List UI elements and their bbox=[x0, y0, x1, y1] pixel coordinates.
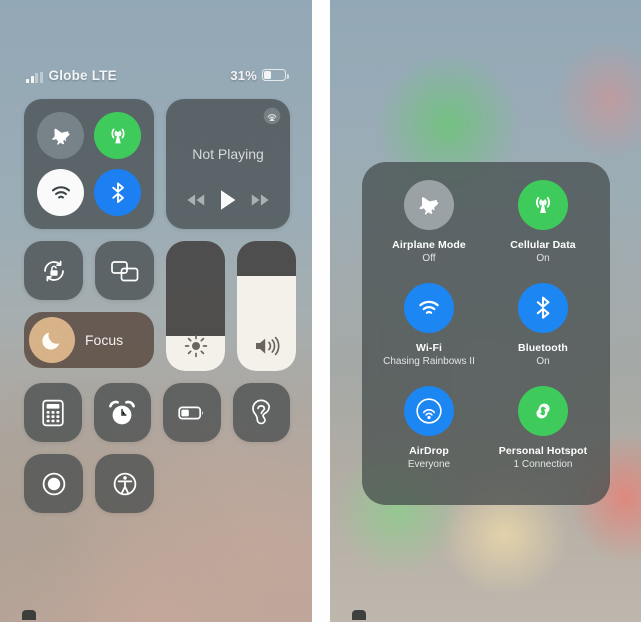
right-phone-panel: Airplane Mode Off Cellular Data On Wi-Fi… bbox=[330, 0, 641, 622]
airplane-icon bbox=[419, 197, 439, 215]
expanded-item-subtitle: On bbox=[536, 253, 550, 265]
status-right-group: 31% bbox=[230, 67, 289, 83]
hotspot-circle bbox=[518, 386, 568, 436]
cc-row-middle: Focus bbox=[24, 241, 296, 371]
cellular-antenna-icon bbox=[110, 128, 125, 143]
expanded-item-title: Bluetooth bbox=[518, 342, 568, 354]
expanded-item-subtitle: Off bbox=[422, 253, 436, 265]
carrier-label: Globe LTE bbox=[48, 67, 117, 83]
cellular-data-circle bbox=[518, 180, 568, 230]
screenshot-stage: Globe LTE 31% Not Playing Focus Airplane… bbox=[0, 0, 641, 622]
focus-label: Focus bbox=[85, 332, 124, 348]
low-power-battery-icon bbox=[178, 406, 203, 419]
media-title: Not Playing bbox=[192, 146, 264, 162]
fast-forward-icon[interactable] bbox=[250, 193, 270, 207]
calculator-button[interactable] bbox=[24, 383, 82, 442]
expanded-cellular-data[interactable]: Cellular Data On bbox=[486, 180, 600, 283]
cc-row-shortcuts-1 bbox=[24, 383, 290, 442]
volume-icon bbox=[255, 336, 279, 356]
airplane-mode-toggle[interactable] bbox=[37, 112, 84, 159]
battery-percent-label: 31% bbox=[230, 67, 257, 83]
brightness-glyph bbox=[166, 333, 225, 359]
expanded-item-title: AirDrop bbox=[409, 445, 449, 457]
bluetooth-toggle[interactable] bbox=[94, 169, 141, 216]
expanded-personal-hotspot[interactable]: Personal Hotspot 1 Connection bbox=[486, 386, 600, 489]
accessibility-icon bbox=[113, 472, 136, 495]
cellular-antenna-icon bbox=[535, 196, 551, 213]
expanded-airdrop[interactable]: AirDrop Everyone bbox=[372, 386, 486, 489]
expanded-item-title: Cellular Data bbox=[510, 239, 576, 251]
cellular-signal-icon bbox=[26, 71, 43, 83]
rotation-lock-icon bbox=[43, 260, 64, 281]
left-bottom-notch bbox=[22, 610, 36, 620]
rotation-lock-button[interactable] bbox=[24, 241, 83, 300]
rewind-icon[interactable] bbox=[186, 193, 206, 207]
screen-mirroring-icon bbox=[110, 260, 138, 281]
calculator-icon bbox=[42, 399, 64, 426]
wifi-toggle[interactable] bbox=[37, 169, 84, 216]
wifi-circle bbox=[404, 283, 454, 333]
airplay-audio-icon[interactable] bbox=[263, 107, 281, 125]
expanded-bluetooth[interactable]: Bluetooth On bbox=[486, 283, 600, 386]
alarm-button[interactable] bbox=[93, 383, 151, 442]
moon-icon bbox=[42, 332, 60, 350]
connectivity-module[interactable] bbox=[24, 99, 154, 229]
brightness-slider[interactable] bbox=[166, 241, 225, 371]
alarm-clock-icon bbox=[109, 400, 136, 424]
screen-recording-button[interactable] bbox=[24, 454, 83, 513]
airplane-mode-circle bbox=[404, 180, 454, 230]
expanded-item-subtitle: Everyone bbox=[407, 459, 451, 471]
media-player-module[interactable]: Not Playing bbox=[166, 99, 290, 229]
bluetooth-circle bbox=[518, 283, 568, 333]
hearing-ear-icon bbox=[252, 399, 271, 424]
sliders-group bbox=[166, 241, 296, 371]
battery-fill bbox=[264, 71, 272, 79]
expanded-item-title: Wi-Fi bbox=[415, 342, 443, 354]
toggles-row bbox=[24, 241, 154, 300]
wifi-icon bbox=[51, 185, 70, 198]
media-transport-controls bbox=[166, 189, 290, 211]
expanded-wifi[interactable]: Wi-Fi Chasing Rainbows II bbox=[372, 283, 486, 386]
control-center: Not Playing Focus bbox=[24, 99, 296, 525]
focus-module[interactable]: Focus bbox=[24, 312, 154, 368]
hearing-button[interactable] bbox=[232, 383, 290, 442]
expanded-item-title: Airplane Mode bbox=[392, 239, 466, 251]
right-bottom-notch bbox=[352, 610, 366, 620]
wifi-icon bbox=[419, 300, 439, 314]
battery-icon bbox=[262, 69, 289, 81]
hotspot-icon bbox=[536, 403, 550, 419]
bluetooth-icon bbox=[536, 296, 550, 319]
status-left-group: Globe LTE bbox=[26, 68, 117, 83]
brightness-icon bbox=[184, 334, 207, 358]
expanded-airplane-mode[interactable]: Airplane Mode Off bbox=[372, 180, 486, 283]
play-icon[interactable] bbox=[219, 189, 237, 211]
cc-row-top: Not Playing bbox=[24, 99, 290, 229]
expanded-item-title: Personal Hotspot bbox=[498, 445, 588, 457]
airdrop-circle bbox=[404, 386, 454, 436]
low-power-mode-button[interactable] bbox=[163, 383, 221, 442]
screen-mirroring-button[interactable] bbox=[95, 241, 154, 300]
focus-circle bbox=[29, 317, 75, 363]
left-phone-panel: Globe LTE 31% Not Playing Focus bbox=[0, 0, 312, 622]
screen-record-icon bbox=[42, 472, 65, 495]
cellular-data-toggle[interactable] bbox=[94, 112, 141, 159]
bluetooth-icon bbox=[111, 182, 124, 203]
accessibility-button[interactable] bbox=[95, 454, 154, 513]
left-status-bar: Globe LTE 31% bbox=[0, 62, 312, 88]
expanded-item-subtitle: 1 Connection bbox=[513, 459, 573, 471]
expanded-item-subtitle: Chasing Rainbows II bbox=[383, 356, 475, 368]
expanded-item-subtitle: On bbox=[536, 356, 550, 368]
cc-row-shortcuts-2 bbox=[24, 454, 290, 513]
airplane-icon bbox=[51, 128, 70, 145]
airdrop-icon bbox=[416, 398, 442, 424]
volume-glyph bbox=[237, 333, 296, 359]
expanded-connectivity-module: Airplane Mode Off Cellular Data On Wi-Fi… bbox=[362, 162, 610, 505]
volume-slider[interactable] bbox=[237, 241, 296, 371]
cc-left-column: Focus bbox=[24, 241, 154, 371]
